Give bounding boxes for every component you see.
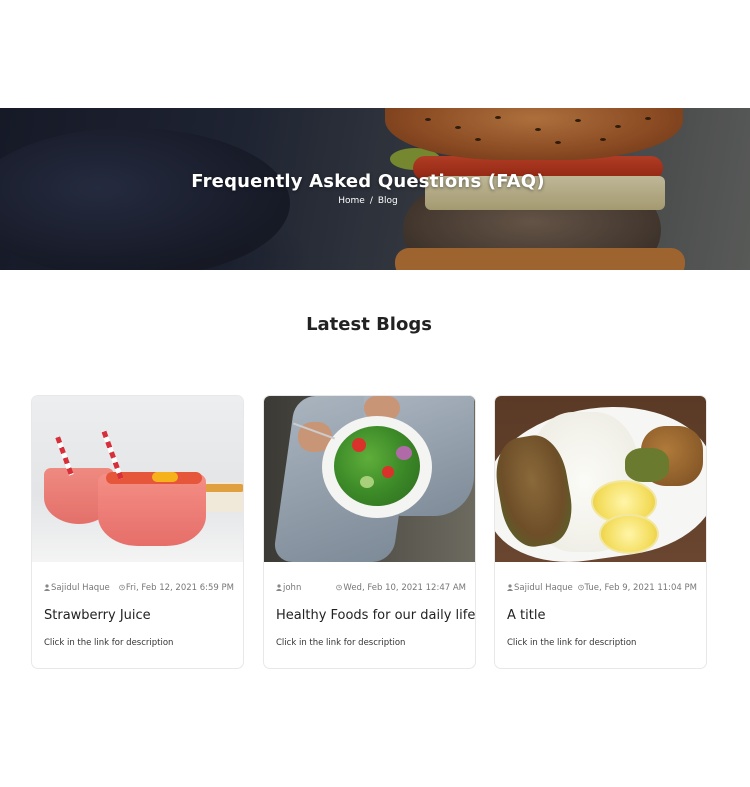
post-description[interactable]: Click in the link for description	[276, 638, 471, 648]
user-icon	[44, 584, 50, 591]
post-meta: john Wed, Feb 10, 2021 12:47 AM	[276, 583, 466, 595]
blog-card[interactable]: Sajidul Haque Fri, Feb 12, 2021 6:59 PM …	[31, 395, 244, 669]
clock-icon	[577, 584, 584, 591]
strawberry-juice-image[interactable]	[32, 396, 243, 562]
page-title: Frequently Asked Questions (FAQ)	[191, 171, 545, 192]
post-date: Wed, Feb 10, 2021 12:47 AM	[343, 583, 466, 593]
salad-plate-image[interactable]	[264, 396, 475, 562]
post-author: Sajidul Haque	[514, 583, 573, 593]
blog-card[interactable]: john Wed, Feb 10, 2021 12:47 AM Healthy …	[263, 395, 476, 669]
post-date: Fri, Feb 12, 2021 6:59 PM	[125, 583, 234, 593]
post-title[interactable]: Healthy Foods for our daily life	[276, 608, 475, 623]
post-meta: Sajidul Haque Fri, Feb 12, 2021 6:59 PM	[44, 583, 234, 595]
rice-and-fish-image[interactable]	[495, 396, 706, 562]
breadcrumb-separator: /	[369, 196, 373, 206]
post-author: john	[283, 583, 302, 593]
post-date: Tue, Feb 9, 2021 11:04 PM	[584, 583, 697, 593]
breadcrumb: Home / Blog	[0, 196, 736, 206]
user-icon	[507, 584, 513, 591]
post-description[interactable]: Click in the link for description	[507, 638, 702, 648]
post-title[interactable]: Strawberry Juice	[44, 608, 239, 623]
post-description[interactable]: Click in the link for description	[44, 638, 239, 648]
clock-icon	[336, 584, 343, 591]
post-title[interactable]: A title	[507, 608, 702, 623]
user-icon	[276, 584, 282, 591]
breadcrumb-current: Blog	[377, 196, 398, 206]
latest-blogs-heading: Latest Blogs	[306, 314, 432, 335]
blog-card[interactable]: Sajidul Haque Tue, Feb 9, 2021 11:04 PM …	[494, 395, 707, 669]
hero-banner: Frequently Asked Questions (FAQ) Home / Bl…	[0, 108, 750, 270]
post-meta: Sajidul Haque Tue, Feb 9, 2021 11:04 PM	[507, 583, 697, 595]
clock-icon	[119, 584, 125, 591]
post-author: Sajidul Haque	[51, 583, 110, 593]
breadcrumb-home-link[interactable]: Home	[338, 196, 365, 206]
